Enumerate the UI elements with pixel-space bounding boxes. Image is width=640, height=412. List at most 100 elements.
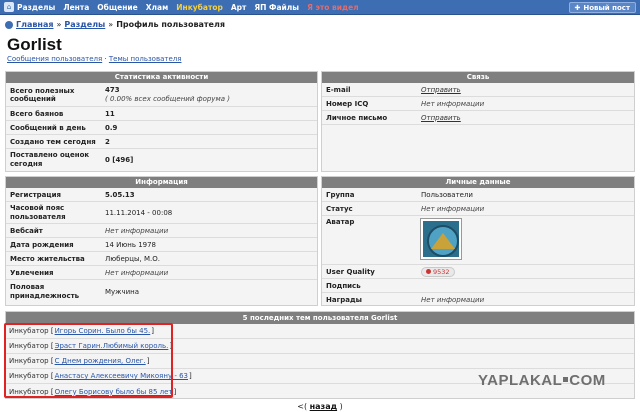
contact-panel: Связь E-mail Отправить Номер ICQ Нет инф… <box>321 71 635 172</box>
user-posts-link[interactable]: Сообщения пользователя <box>7 55 102 63</box>
info-label: Часовой пояс пользователя <box>10 203 66 221</box>
stat-row: Всего полезных сообщений 473 ( 0.00% все… <box>6 83 317 107</box>
email-send-link[interactable]: Отправить <box>421 86 461 94</box>
personal-value: Пользователи <box>421 190 473 199</box>
personal-label: Подпись <box>326 281 361 290</box>
stat-value: 0 [496] <box>105 156 134 164</box>
nav-art[interactable]: Арт <box>231 3 247 12</box>
nav-files[interactable]: ЯП Файлы <box>254 3 299 12</box>
breadcrumb-sections[interactable]: Разделы <box>64 20 105 29</box>
personal-row: Статус Нет информации <box>322 202 634 216</box>
stats-panel: Статистика активности Всего полезных соо… <box>5 71 318 172</box>
info-row: Половая принадлежность Мужчина <box>6 280 317 304</box>
nav-feed[interactable]: Лента <box>63 3 89 12</box>
home-icon[interactable]: ⌂ <box>4 2 14 12</box>
stat-label: Сообщений в день <box>10 123 86 132</box>
personal-row: Группа Пользователи <box>322 188 634 202</box>
contact-row: Личное письмо Отправить <box>322 111 634 125</box>
personal-value: Нет информации <box>421 296 485 304</box>
contact-row: Номер ICQ Нет информации <box>322 97 634 111</box>
watermark-dot <box>563 377 569 382</box>
personal-label: User Quality <box>326 267 375 276</box>
nav-chat[interactable]: Общение <box>97 3 138 12</box>
stat-value: 11 <box>105 109 115 118</box>
info-value: Люберцы, М.О. <box>105 254 160 263</box>
stat-label: Всего баянов <box>10 109 64 118</box>
personal-label: Аватар <box>326 218 355 226</box>
stat-value: 2 <box>105 137 110 146</box>
user-topics-link[interactable]: Темы пользователя <box>109 55 182 63</box>
stat-row: Сообщений в день 0.9 <box>6 121 317 135</box>
contact-label: Личное письмо <box>326 113 388 122</box>
user-avatar <box>421 219 461 259</box>
plus-icon: ✚ <box>574 3 581 12</box>
back-link[interactable]: назад <box>310 402 337 411</box>
stat-row: Поставлено оценок сегодня 0 [496] <box>6 149 317 171</box>
quality-value: 9532 <box>433 267 450 276</box>
personal-header: Личные данные <box>322 177 634 188</box>
contact-row: E-mail Отправить <box>322 83 634 97</box>
info-value: Нет информации <box>105 226 169 235</box>
breadcrumb: Главная » Разделы » Профиль пользователя <box>5 20 225 29</box>
site-watermark: YAPLAKAL COM <box>478 372 606 389</box>
pager-prev: <( <box>297 402 308 411</box>
info-value: 14 Июнь 1978 <box>105 240 157 249</box>
profile-username: Gorlist <box>7 35 62 54</box>
quality-dot-icon <box>426 269 431 274</box>
pm-send-link[interactable]: Отправить <box>421 114 461 122</box>
info-row: Вебсайт Нет информации <box>6 224 317 238</box>
stat-row: Всего баянов 11 <box>6 107 317 121</box>
stat-row: Создано тем сегодня 2 <box>6 135 317 149</box>
stat-label: Поставлено оценок сегодня <box>10 151 90 168</box>
stat-value: 473 <box>105 85 120 94</box>
info-row: Дата рождения 14 Июнь 1978 <box>6 238 317 252</box>
personal-label: Награды <box>326 296 362 304</box>
stats-header: Статистика активности <box>6 72 317 83</box>
personal-row: Подпись <box>322 279 634 293</box>
top-nav-bar: ⌂ Разделы Лента Общение Хлам Инкубатор А… <box>0 0 640 15</box>
pager-close: ) <box>339 402 343 411</box>
personal-value: Нет информации <box>421 204 485 213</box>
stat-value: 0.9 <box>105 123 118 132</box>
highlight-annotation <box>4 323 173 398</box>
user-quality-badge: 9532 <box>421 266 455 277</box>
personal-panel: Личные данные Группа Пользователи Статус… <box>321 176 635 306</box>
contact-label: E-mail <box>326 85 351 94</box>
info-value: Мужчина <box>105 288 140 296</box>
info-row: Увлечения Нет информации <box>6 266 317 280</box>
personal-label: Статус <box>326 204 353 213</box>
personal-row: User Quality 9532 <box>322 265 634 279</box>
breadcrumb-current: Профиль пользователя <box>116 20 225 29</box>
info-label: Место жительства <box>10 254 85 263</box>
stat-percent: ( 0.00% всех сообщений форума ) <box>105 94 230 103</box>
contact-header: Связь <box>322 72 634 83</box>
profile-links: Сообщения пользователя · Темы пользовате… <box>7 55 181 63</box>
breadcrumb-icon <box>5 20 13 29</box>
contact-label: Номер ICQ <box>326 99 369 108</box>
nav-seen[interactable]: Я это видел <box>307 3 359 12</box>
personal-row: Награды Нет информации <box>322 293 634 307</box>
info-header: Информация <box>6 177 317 188</box>
personal-row: Аватар <box>322 216 634 265</box>
stat-label: Всего полезных сообщений <box>10 86 75 103</box>
watermark-right: COM <box>569 372 606 389</box>
info-value: Нет информации <box>105 268 169 277</box>
contact-value: Нет информации <box>421 99 485 108</box>
breadcrumb-sep: » <box>108 20 114 29</box>
watermark-left: YAPLAKAL <box>478 372 563 389</box>
breadcrumb-home[interactable]: Главная <box>16 20 53 29</box>
stat-label: Создано тем сегодня <box>10 137 96 146</box>
nav-incubator[interactable]: Инкубатор <box>176 3 223 12</box>
info-value: 11.11.2014 - 00:08 <box>105 208 173 217</box>
info-row: Место жительства Люберцы, М.О. <box>6 252 317 266</box>
info-row: Регистрация 5.05.13 <box>6 188 317 202</box>
nav-junk[interactable]: Хлам <box>146 3 168 12</box>
avatar-mountain <box>431 233 455 249</box>
info-value: 5.05.13 <box>105 190 135 199</box>
info-row: Часовой пояс пользователя 11.11.2014 - 0… <box>6 202 317 224</box>
info-label: Увлечения <box>10 268 54 277</box>
new-post-button[interactable]: ✚ Новый пост <box>568 2 636 13</box>
link-sep: · <box>104 55 107 63</box>
info-label: Вебсайт <box>10 226 43 235</box>
nav-sections[interactable]: Разделы <box>17 3 55 12</box>
